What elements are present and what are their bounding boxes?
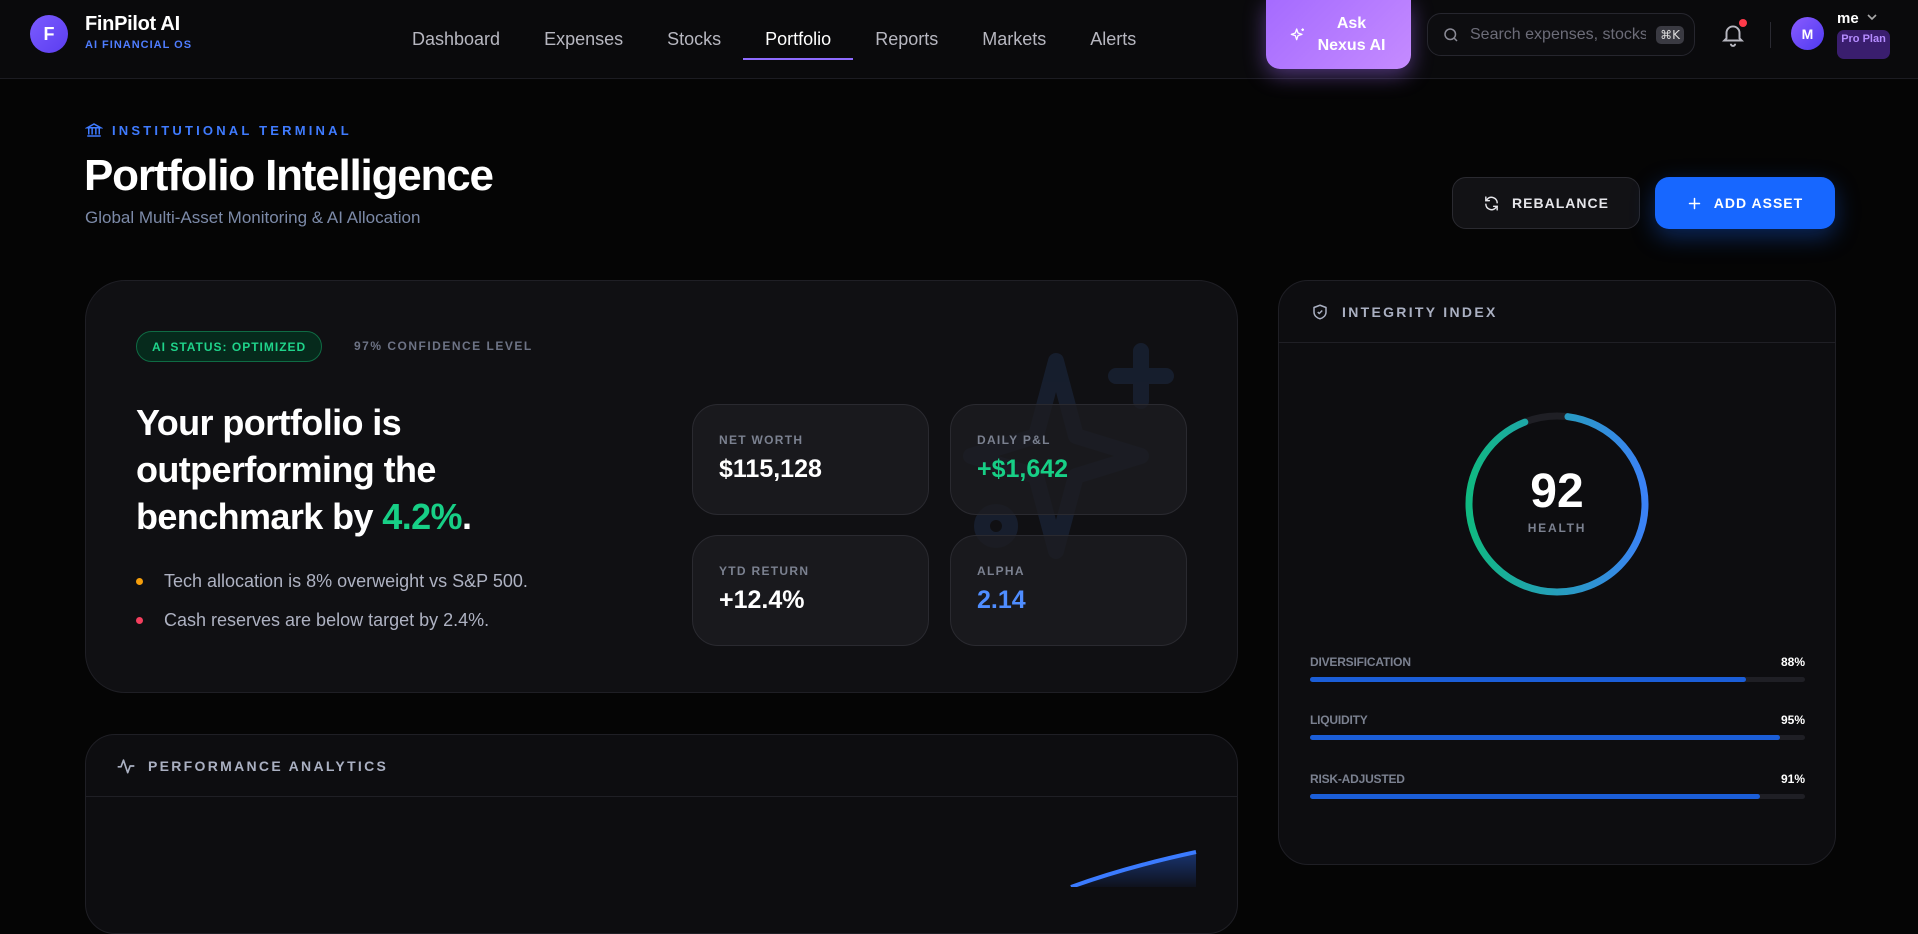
progress-fill (1310, 677, 1746, 682)
metric-net-worth: NET WORTH $115,128 (692, 404, 929, 515)
progress-track (1310, 677, 1805, 682)
nav-alerts[interactable]: Alerts (1068, 0, 1158, 79)
progress-track (1310, 794, 1805, 799)
page-title: Portfolio Intelligence (84, 151, 494, 200)
refresh-icon (1485, 195, 1498, 211)
plan-badge: Pro Plan (1837, 30, 1890, 59)
progress-fill (1310, 735, 1781, 740)
metric-ytd-return: YTD RETURN +12.4% (692, 535, 929, 646)
progress-fill (1310, 794, 1761, 799)
nav-dashboard[interactable]: Dashboard (390, 0, 522, 79)
progress-track (1310, 735, 1805, 740)
metric-daily-pnl: DAILY P&L +$1,642 (950, 404, 1187, 515)
avatar[interactable]: M (1791, 17, 1824, 50)
rebalance-label: REBALANCE (1512, 195, 1609, 211)
performance-title: PERFORMANCE ANALYTICS (148, 757, 389, 774)
health-score: 92 (1530, 465, 1584, 518)
insights-list: Tech allocation is 8% overweight vs S&P … (136, 571, 528, 649)
add-asset-label: ADD ASSET (1713, 195, 1804, 211)
search-shortcut: ⌘K (1656, 25, 1684, 44)
brand-logo[interactable]: F (30, 15, 68, 53)
alert-dot (136, 617, 143, 624)
sparkle-icon (1290, 27, 1304, 40)
nav-divider (1770, 22, 1771, 48)
warning-dot (136, 578, 143, 585)
nav-reports[interactable]: Reports (853, 0, 960, 79)
nav-markets[interactable]: Markets (960, 0, 1068, 79)
integrity-header: INTEGRITY INDEX (1279, 281, 1835, 343)
top-navbar: F FinPilot AI AI FINANCIAL OS Dashboard … (0, 0, 1918, 79)
performance-analytics-card: PERFORMANCE ANALYTICS (85, 734, 1238, 934)
integrity-title: INTEGRITY INDEX (1342, 303, 1498, 320)
status-badge: AI STATUS: OPTIMIZED (136, 331, 323, 362)
outperformance-value: 4.2% (382, 496, 462, 537)
brand-name: FinPilot AI (85, 13, 180, 35)
nav-expenses[interactable]: Expenses (522, 0, 645, 79)
integrity-index-card: INTEGRITY INDEX 92 HEALTH DIVERSIFICATIO… (1278, 280, 1836, 865)
add-asset-button[interactable]: ADD ASSET (1655, 177, 1835, 229)
confidence-level: 97% CONFIDENCE LEVEL (354, 339, 533, 353)
notification-dot (1739, 19, 1747, 27)
user-name[interactable]: me (1837, 10, 1859, 27)
search-box[interactable]: ⌘K (1427, 13, 1695, 56)
bank-icon (85, 123, 103, 137)
headline: Your portfolio is outperforming the benc… (136, 402, 472, 537)
main-nav: Dashboard Expenses Stocks Portfolio Repo… (390, 0, 1158, 79)
rebalance-button[interactable]: REBALANCE (1452, 177, 1640, 229)
list-item: Tech allocation is 8% overweight vs S&P … (136, 571, 528, 592)
ask-nexus-ai-label: Ask Nexus AI (1317, 14, 1386, 54)
ai-insight-card: AI STATUS: OPTIMIZED 97% CONFIDENCE LEVE… (85, 280, 1238, 693)
eyebrow-text: INSTITUTIONAL TERMINAL (112, 122, 352, 138)
shield-icon (1313, 304, 1327, 319)
search-input[interactable] (1470, 25, 1647, 44)
plus-icon (1688, 197, 1701, 209)
performance-chart (1070, 850, 1197, 887)
activity-icon (117, 758, 135, 773)
list-item: Cash reserves are below target by 2.4%. (136, 610, 528, 631)
metric-alpha: ALPHA 2.14 (950, 535, 1187, 646)
chevron-down-icon[interactable] (1866, 12, 1878, 22)
nav-stocks[interactable]: Stocks (645, 0, 743, 79)
brand-subtitle: AI FINANCIAL OS (85, 39, 193, 51)
search-icon (1444, 27, 1458, 42)
ask-nexus-ai-button[interactable]: Ask Nexus AI (1266, 0, 1411, 69)
eyebrow: INSTITUTIONAL TERMINAL (85, 121, 352, 139)
health-label: HEALTH (1527, 521, 1587, 535)
nav-portfolio[interactable]: Portfolio (743, 0, 854, 79)
performance-header: PERFORMANCE ANALYTICS (86, 735, 1237, 797)
page-subtitle: Global Multi-Asset Monitoring & AI Alloc… (85, 208, 421, 227)
